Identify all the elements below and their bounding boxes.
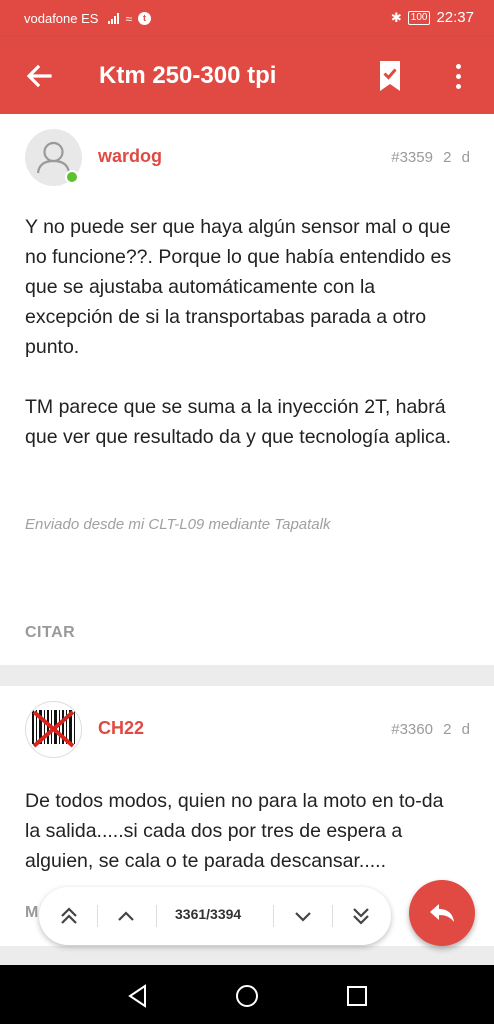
reply-icon [430,904,454,922]
previous-page-icon[interactable] [112,902,140,930]
bookmark-icon[interactable] [376,59,404,93]
status-bar: vodafone ES ≈ t ✱ 100 22:37 [0,0,494,37]
divider [273,905,274,927]
barcode-avatar-icon [32,710,75,748]
reply-button[interactable] [409,880,475,946]
first-page-icon[interactable] [55,902,83,930]
screen: vodafone ES ≈ t ✱ 100 22:37 Ktm 250-300 … [0,0,494,1024]
post-paragraph: TM parece que se suma a la inyección 2T,… [25,396,452,448]
nav-back-icon[interactable] [125,983,151,1009]
post-body: Y no puede ser que haya algún sensor mal… [25,212,454,482]
nav-home-icon[interactable] [234,983,260,1009]
divider [97,905,98,927]
online-status-badge [65,170,79,184]
quote-button[interactable]: CITAR [25,624,75,642]
post-paragraph: De todos modos, quien no para la moto en… [25,790,444,872]
battery-icon: 100 [407,10,431,25]
post-paragraph: Y no puede ser que haya algún sensor mal… [25,216,452,358]
topic-title: Ktm 250-300 tpi [99,62,277,89]
clock: 22:37 [436,9,474,26]
avatar[interactable] [25,701,82,758]
app-bar: Ktm 250-300 tpi [0,37,494,114]
post-age: 2 d [443,721,470,738]
carrier-label: vodafone ES [24,11,99,26]
post-meta: #3360 2 d [391,721,470,738]
post-age: 2 d [443,149,470,166]
page-navigator: 3361/3394 [39,887,391,945]
status-left: vodafone ES ≈ t [24,11,152,26]
quote-button-partial[interactable]: M [25,904,38,922]
divider [332,905,333,927]
wifi-icon: ≈ [125,11,133,26]
post-card: wardog #3359 2 d Y no puede ser que haya… [0,114,494,665]
bluetooth-icon: ✱ [390,9,402,25]
last-page-icon[interactable] [347,902,375,930]
divider [156,905,157,927]
post-username[interactable]: CH22 [98,718,144,739]
post-meta: #3359 2 d [391,149,470,166]
system-navigation-bar [0,965,494,1024]
post-signature: Enviado desde mi CLT-L09 mediante Tapata… [25,516,331,533]
tapatalk-notification-icon: t [138,12,152,25]
post-number: #3359 [391,149,433,166]
page-position[interactable]: 3361/3394 [175,906,241,922]
back-arrow-icon[interactable] [24,61,54,91]
status-right: ✱ 100 22:37 [391,9,474,26]
post-number: #3360 [391,721,433,738]
nav-recents-icon[interactable] [344,983,370,1009]
more-vert-icon[interactable] [444,59,472,93]
next-page-icon[interactable] [289,902,317,930]
post-username[interactable]: wardog [98,146,162,167]
signal-icon [108,13,120,24]
